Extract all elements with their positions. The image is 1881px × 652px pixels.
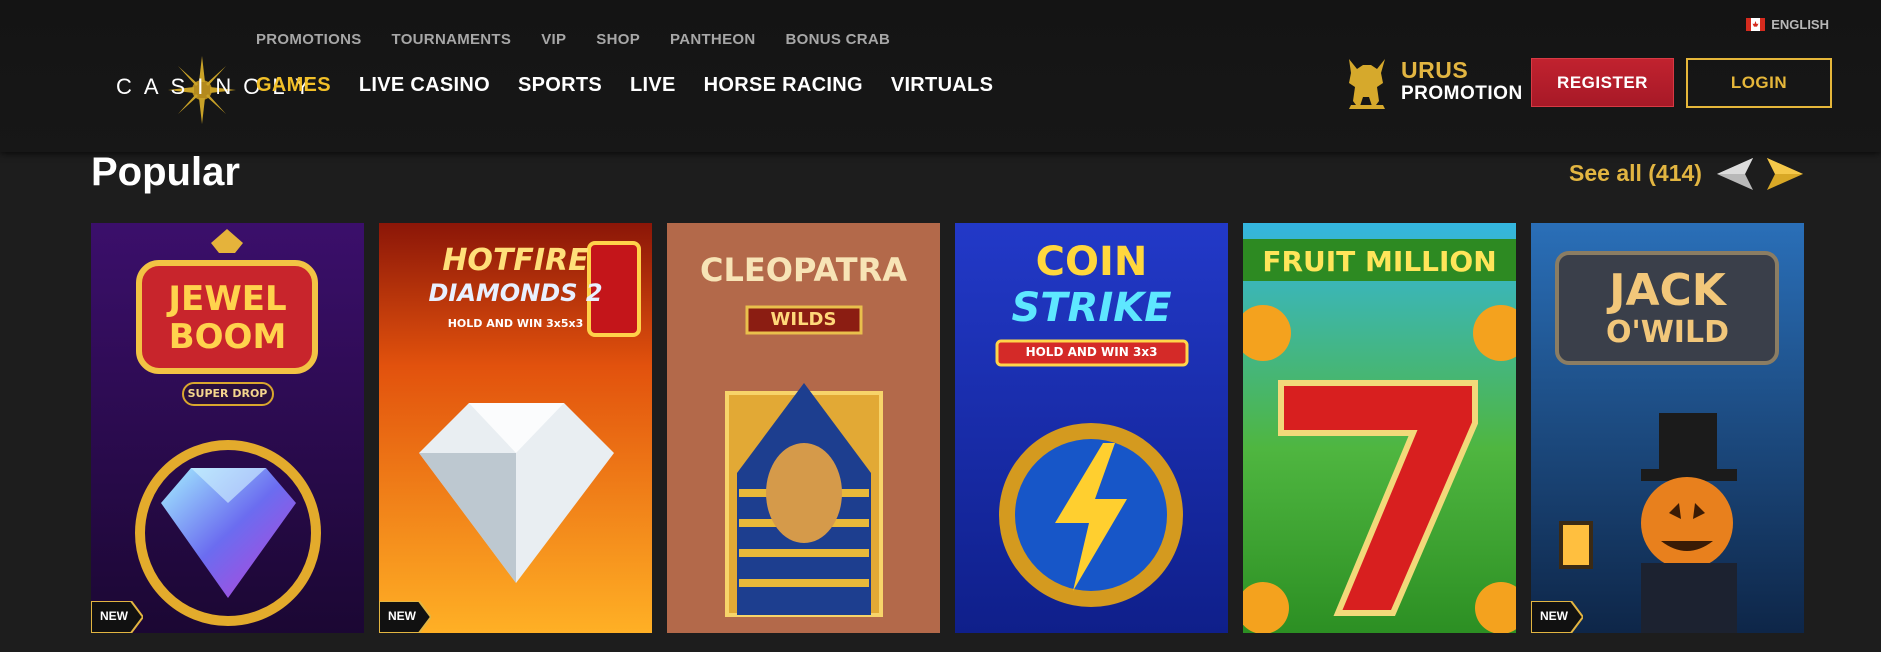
badge-label: NEW xyxy=(100,609,128,623)
game-card-cleopatra-wilds[interactable]: CLEOPATRA WILDS xyxy=(667,223,940,633)
top-nav-shop[interactable]: SHOP xyxy=(596,31,640,48)
main-nav-games[interactable]: GAMES xyxy=(256,74,331,97)
game-title-line2: O'WILD xyxy=(1606,315,1729,350)
top-nav-bonus-crab[interactable]: BONUS CRAB xyxy=(785,31,890,48)
main-nav-sports[interactable]: SPORTS xyxy=(518,74,602,97)
login-button[interactable]: LOGIN xyxy=(1686,58,1832,108)
main-nav-virtuals[interactable]: VIRTUALS xyxy=(891,74,993,97)
language-selector[interactable]: ENGLISH xyxy=(1746,17,1829,32)
game-title-line1: JEWEL xyxy=(168,279,287,319)
top-nav-vip[interactable]: VIP xyxy=(541,31,566,48)
top-nav: PROMOTIONS TOURNAMENTS VIP SHOP PANTHEON… xyxy=(256,31,920,48)
game-card-hotfire-diamonds-2[interactable]: HOTFIRE DIAMONDS 2 HOLD AND WIN 3x5x3 NE… xyxy=(379,223,652,633)
game-title-line1: FRUIT MILLION xyxy=(1262,245,1497,278)
site-header: CASINOLY PROMOTIONS TOURNAMENTS VIP SHOP… xyxy=(0,0,1881,152)
game-card-jewel-boom[interactable]: JEWEL BOOM SUPER DROP NEW xyxy=(91,223,364,633)
game-title-line2: WILDS xyxy=(770,309,837,330)
game-title-line1: HOTFIRE xyxy=(442,243,589,278)
game-card-fruit-million[interactable]: FRUIT MILLION xyxy=(1243,223,1516,633)
canada-flag-icon xyxy=(1746,18,1766,31)
game-card-jack-o-wild[interactable]: JACK O'WILD NEW xyxy=(1531,223,1804,633)
main-nav: GAMES LIVE CASINO SPORTS LIVE HORSE RACI… xyxy=(256,74,1021,97)
game-tag: HOLD AND WIN 3x5x3 xyxy=(447,317,584,330)
game-title-line2: DIAMONDS 2 xyxy=(428,279,603,307)
arrow-left-icon[interactable] xyxy=(1715,156,1755,192)
game-title-line1: JACK xyxy=(1609,265,1726,316)
game-card-coin-strike[interactable]: COIN STRIKE HOLD AND WIN 3x3 xyxy=(955,223,1228,633)
main-nav-live[interactable]: LIVE xyxy=(630,74,676,97)
games-grid: JEWEL BOOM SUPER DROP NEW HOTFIRE DIAMON… xyxy=(91,223,1804,633)
main-nav-live-casino[interactable]: LIVE CASINO xyxy=(359,74,490,97)
promo-title: URUS xyxy=(1401,57,1469,83)
section-title: Popular xyxy=(91,150,240,194)
language-label: ENGLISH xyxy=(1771,17,1829,32)
main-nav-horse-racing[interactable]: HORSE RACING xyxy=(704,74,863,97)
game-tag: HOLD AND WIN 3x3 xyxy=(1025,345,1158,359)
game-tag: SUPER DROP xyxy=(187,387,268,400)
badge-label: NEW xyxy=(1540,609,1568,623)
arrow-right-icon[interactable] xyxy=(1765,156,1805,192)
see-all-link[interactable]: See all (414) xyxy=(1569,160,1702,187)
promo-subtitle: PROMOTION xyxy=(1401,83,1523,104)
badge-label: NEW xyxy=(388,609,416,623)
game-title-line1: CLEOPATRA xyxy=(700,251,907,289)
casinoly-logo[interactable]: CASINOLY xyxy=(58,26,310,124)
top-nav-promotions[interactable]: PROMOTIONS xyxy=(256,31,362,48)
game-title-line2: BOOM xyxy=(168,317,287,357)
urus-promotion-link[interactable]: URUS PROMOTION xyxy=(1343,53,1523,111)
new-badge: NEW xyxy=(379,600,433,633)
new-badge: NEW xyxy=(91,600,145,633)
register-button[interactable]: REGISTER xyxy=(1531,58,1674,107)
game-title-line1: COIN xyxy=(1035,239,1148,285)
top-nav-tournaments[interactable]: TOURNAMENTS xyxy=(392,31,512,48)
game-title-line2: STRIKE xyxy=(1011,285,1172,331)
new-badge: NEW xyxy=(1531,600,1585,633)
top-nav-pantheon[interactable]: PANTHEON xyxy=(670,31,755,48)
fruit-million-artwork xyxy=(1243,223,1516,633)
bull-icon xyxy=(1349,59,1385,109)
